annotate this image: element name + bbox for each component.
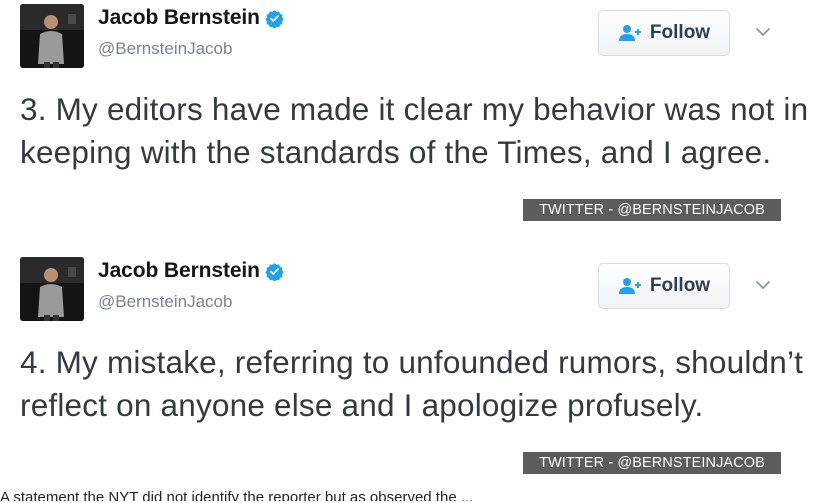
photo-credit: TWITTER - @BERNSTEINJACOB: [523, 452, 781, 474]
caption-text: A statement the NYT did not identify the…: [0, 489, 474, 501]
add-user-icon: [618, 277, 642, 295]
name-row: Jacob Bernstein: [98, 259, 284, 283]
follow-label: Follow: [649, 22, 711, 43]
follow-button[interactable]: Follow: [598, 263, 730, 309]
avatar[interactable]: [20, 257, 84, 321]
chevron-down-icon[interactable]: [754, 278, 772, 292]
article-caption: A statement the NYT did not identify the…: [0, 489, 832, 501]
follow-label: Follow: [649, 275, 711, 296]
handle[interactable]: @BernsteinJacob: [98, 292, 232, 312]
display-name[interactable]: Jacob Bernstein: [98, 259, 260, 283]
handle[interactable]: @BernsteinJacob: [98, 39, 232, 59]
name-row: Jacob Bernstein: [98, 6, 284, 30]
follow-button[interactable]: Follow: [598, 10, 730, 56]
add-user-icon: [618, 24, 642, 42]
tweet-card-1: Jacob Bernstein @BernsteinJacob Follow 3…: [0, 0, 832, 250]
chevron-down-icon[interactable]: [754, 25, 772, 39]
photo-credit: TWITTER - @BERNSTEINJACOB: [523, 199, 781, 221]
tweet-card-2: Jacob Bernstein @BernsteinJacob Follow 4…: [0, 253, 832, 503]
tweet-text: 4. My mistake, referring to unfounded ru…: [20, 344, 804, 423]
verified-badge-icon: [265, 262, 284, 282]
verified-badge-icon: [265, 9, 284, 29]
display-name[interactable]: Jacob Bernstein: [98, 6, 260, 30]
avatar[interactable]: [20, 4, 84, 68]
tweet-text: 3. My editors have made it clear my beha…: [20, 91, 809, 170]
